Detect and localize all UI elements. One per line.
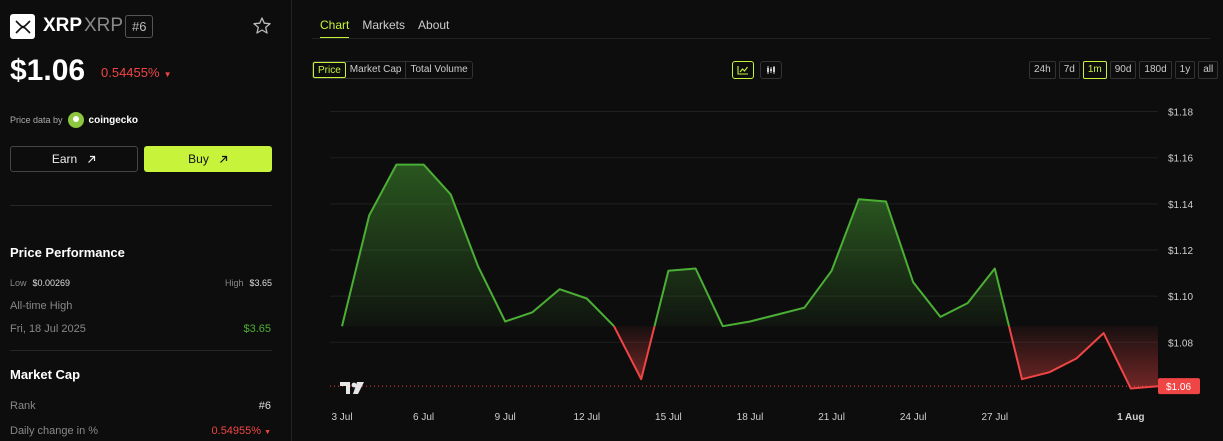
ath-date: Fri, 18 Jul 2025 [10,323,86,335]
current-price-label: $1.06 [1166,382,1191,393]
x-tick-label: 6 Jul [413,412,434,423]
metric-market-cap-button[interactable]: Market Cap [346,62,407,78]
price-performance-title: Price Performance [10,245,125,260]
price-change: 0.54455% ▼ [101,65,171,80]
x-tick-label: 24 Jul [900,412,927,423]
coin-panel: XRP XRP #6 $1.06 0.54455% ▼ Price data by… [0,0,292,441]
caret-down-icon: ▼ [264,429,271,436]
chart-type-selector [732,61,782,79]
daily-change-label: Daily change in % [10,425,99,437]
range-1y-button[interactable]: 1y [1174,61,1196,79]
low-value: $0.00269 [32,278,71,288]
divider [10,205,272,206]
x-tick-label: 18 Jul [737,412,764,423]
price-data-label: Price data by [10,115,63,125]
divider [10,350,272,351]
coingecko-icon [67,112,84,128]
y-tick-label: $1.10 [1168,292,1193,303]
tradingview-logo-icon [340,382,364,394]
tab-markets[interactable]: Markets [362,18,405,39]
xrp-logo-icon [10,14,35,39]
candlestick-chart-icon[interactable] [760,61,782,79]
tab-bar: Chart Markets About [320,18,449,39]
y-tick-label: $1.12 [1168,246,1193,257]
x-tick-label: 27 Jul [981,412,1008,423]
range-180d-button[interactable]: 180d [1139,61,1172,79]
coin-symbol: XRP [84,15,124,36]
arrow-up-right-icon [219,155,227,163]
x-tick-label: 1 Aug [1117,412,1144,423]
daily-change-value: 0.54955% [211,425,262,437]
metric-selector: Price Market Cap Total Volume [312,61,473,79]
ath-label: All-time High [10,300,73,312]
coin-name: XRP [43,15,83,36]
range-7d-button[interactable]: 7d [1058,61,1080,79]
x-tick-label: 21 Jul [818,412,845,423]
low-label: Low [10,278,27,288]
price-data-source[interactable]: coingecko [89,115,138,126]
ath-value: $3.65 [243,323,271,335]
low-high-range: Low $0.00269 High $3.65 [10,278,272,288]
daily-change: 0.54955% ▼ [212,425,271,437]
price-data-attribution: Price data by coingecko [10,112,138,128]
area-below-baseline [1009,326,1158,389]
y-tick-label: $1.14 [1168,200,1193,211]
caret-down-icon: ▼ [163,70,172,79]
x-tick-label: 12 Jul [573,412,600,423]
market-cap-title: Market Cap [10,367,81,382]
earn-label: Earn [51,152,78,166]
rank-value: #6 [258,400,271,412]
tab-about[interactable]: About [418,18,449,39]
metric-price-button[interactable]: Price [313,62,346,78]
price-chart[interactable]: $1.18 $1.16 $1.14 $1.12 $1.10 $1.08 3 Jul 6 Ju… [300,100,1218,430]
buy-label: Buy [188,152,209,166]
tab-chart[interactable]: Chart [320,18,350,39]
y-tick-label: $1.18 [1168,108,1193,119]
range-all-button[interactable]: all [1198,61,1219,79]
star-icon[interactable] [252,16,272,36]
range-1m-button[interactable]: 1m [1082,61,1107,79]
range-24h-button[interactable]: 24h [1029,61,1056,79]
current-price: $1.06 [10,54,86,87]
earn-button[interactable]: Earn [10,146,138,172]
metric-total-volume-button[interactable]: Total Volume [406,62,471,78]
range-selector: 24h 7d 1m 90d 180d 1y all [1029,61,1219,79]
price-change-value: 0.54455% [101,65,160,80]
x-tick-label: 3 Jul [331,412,352,423]
area-above-baseline [654,199,1009,327]
arrow-up-right-icon [88,155,96,163]
tabs-divider [312,38,1210,39]
rank-badge: #6 [125,15,154,38]
high-value: $3.65 [249,278,272,288]
x-tick-label: 15 Jul [655,412,682,423]
y-tick-label: $1.16 [1168,154,1193,165]
high-label: High [224,278,244,288]
y-tick-label: $1.08 [1168,338,1193,349]
range-90d-button[interactable]: 90d [1109,61,1137,79]
x-tick-label: 9 Jul [495,412,516,423]
rank-label: Rank [10,400,36,412]
line-chart-icon[interactable] [732,61,754,79]
buy-button[interactable]: Buy [144,146,272,172]
